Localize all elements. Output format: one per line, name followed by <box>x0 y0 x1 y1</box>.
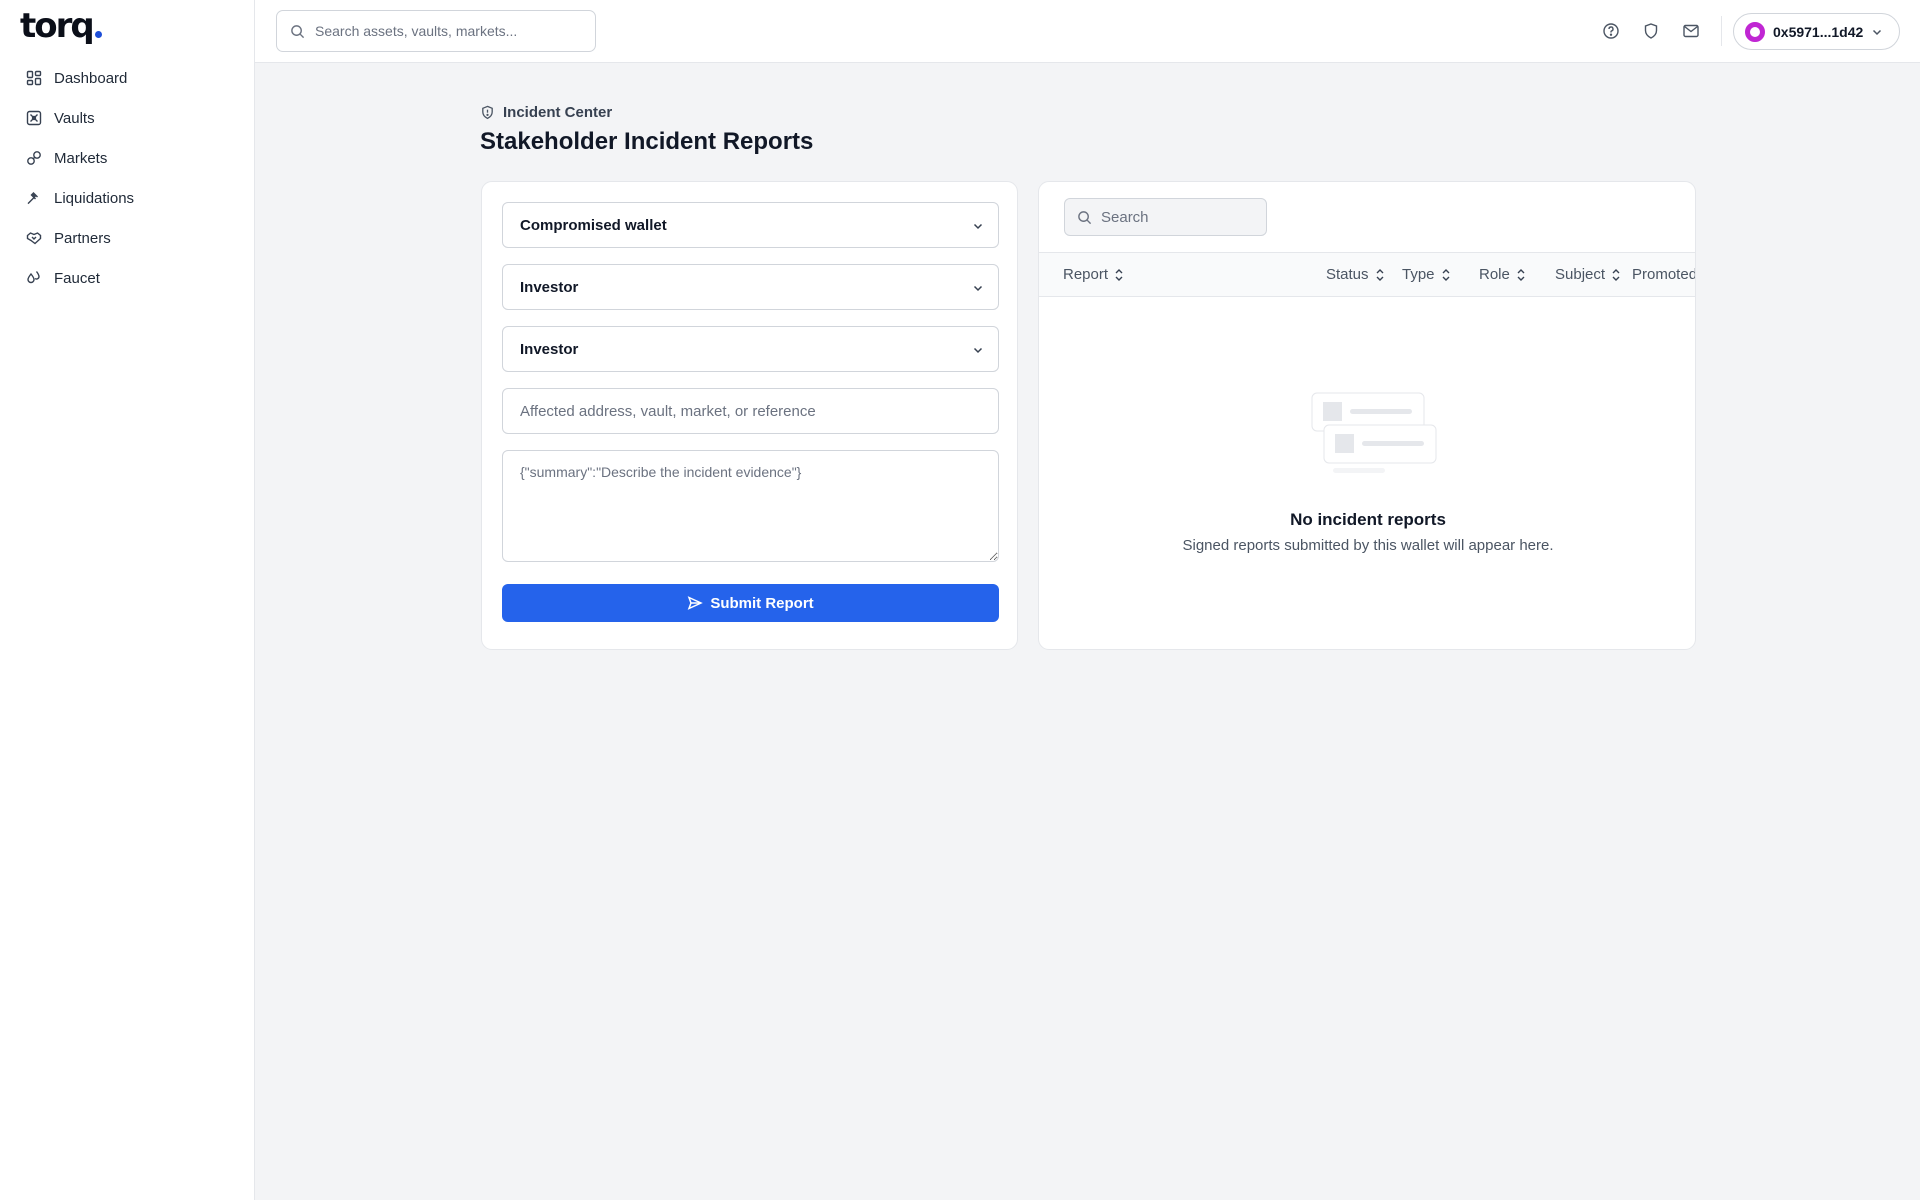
reporter-role-select[interactable]: Investor <box>502 264 999 310</box>
empty-state-subtitle: Signed reports submitted by this wallet … <box>1182 537 1554 554</box>
subject-role-select[interactable]: Investor <box>502 326 999 372</box>
incident-type-value: Compromised wallet <box>520 216 667 234</box>
sidebar-item-label: Markets <box>54 149 108 167</box>
sidebar-item-liquidations[interactable]: Liquidations <box>0 178 254 218</box>
breadcrumb: Incident Center <box>480 104 612 121</box>
sidebar-item-label: Dashboard <box>54 69 128 87</box>
wallet-button[interactable]: 0x5971...1d42 <box>1733 13 1900 50</box>
wallet-address: 0x5971...1d42 <box>1773 23 1864 40</box>
column-header-type[interactable]: Type <box>1402 266 1451 283</box>
column-label: Subject <box>1555 266 1606 283</box>
empty-state-illustration <box>1311 392 1437 476</box>
column-label: Role <box>1479 266 1510 283</box>
column-header-status[interactable]: Status <box>1326 266 1385 283</box>
incident-report-form: Compromised wallet Investor Investor Sub… <box>481 181 1018 650</box>
mail-icon[interactable] <box>1682 22 1700 40</box>
sidebar-item-partners[interactable]: Partners <box>0 218 254 258</box>
sort-icon <box>1441 268 1451 282</box>
subject-role-value: Investor <box>520 340 579 358</box>
sidebar-item-label: Vaults <box>54 109 95 127</box>
affected-reference-input[interactable] <box>502 388 999 434</box>
sidebar-item-dashboard[interactable]: Dashboard <box>0 58 254 98</box>
topbar-divider <box>1721 16 1722 46</box>
reporter-role-value: Investor <box>520 278 579 296</box>
sort-icon <box>1375 268 1385 282</box>
column-header-role[interactable]: Role <box>1479 266 1526 283</box>
incident-reports-table: Report Status Type Role Subject <box>1038 181 1696 650</box>
evidence-textarea[interactable] <box>502 450 999 562</box>
column-header-promoted[interactable]: Promoted <box>1632 266 1696 283</box>
sidebar-item-faucet[interactable]: Faucet <box>0 258 254 298</box>
table-header: Report Status Type Role Subject Promoted <box>1039 252 1696 297</box>
vault-icon <box>26 110 42 126</box>
shield-icon[interactable] <box>1642 22 1660 40</box>
sidebar-item-label: Faucet <box>54 269 100 287</box>
chevron-down-icon <box>972 344 984 356</box>
topbar: 0x5971...1d42 <box>255 0 1920 63</box>
column-label: Promoted <box>1632 266 1696 283</box>
global-search[interactable] <box>276 10 596 52</box>
sidebar-item-vaults[interactable]: Vaults <box>0 98 254 138</box>
chevron-down-icon <box>972 220 984 232</box>
droplets-icon <box>26 270 42 286</box>
handshake-icon <box>26 230 42 246</box>
grid-icon <box>26 70 42 86</box>
submit-report-button[interactable]: Submit Report <box>502 584 999 622</box>
page-title: Stakeholder Incident Reports <box>480 128 814 155</box>
sidebar-item-label: Partners <box>54 229 111 247</box>
column-label: Report <box>1063 266 1109 283</box>
incident-type-select[interactable]: Compromised wallet <box>502 202 999 248</box>
empty-state-title: No incident reports <box>1290 510 1446 529</box>
sidebar: torq Dashboard Vaults Markets Liquidatio… <box>0 0 255 1200</box>
logo-dot <box>94 31 102 38</box>
column-label: Type <box>1402 266 1435 283</box>
breadcrumb-label: Incident Center <box>503 104 613 121</box>
link-icon <box>26 150 42 166</box>
help-icon[interactable] <box>1602 22 1620 40</box>
reports-search[interactable] <box>1064 198 1267 236</box>
sidebar-item-label: Liquidations <box>54 189 135 207</box>
sort-icon <box>1611 268 1621 282</box>
sidebar-item-markets[interactable]: Markets <box>0 138 254 178</box>
sort-icon <box>1516 268 1526 282</box>
submit-report-label: Submit Report <box>710 594 814 612</box>
shield-alert-icon <box>480 105 495 120</box>
column-header-subject[interactable]: Subject <box>1555 266 1621 283</box>
search-icon <box>290 24 305 39</box>
column-header-report[interactable]: Report <box>1063 266 1124 283</box>
torq-logo[interactable]: torq <box>20 6 102 46</box>
sort-icon <box>1114 268 1124 282</box>
sidebar-nav: Dashboard Vaults Markets Liquidations Pa… <box>0 58 254 298</box>
global-search-input[interactable] <box>315 23 575 39</box>
logo-text: torq <box>20 6 95 46</box>
search-icon <box>1077 210 1092 225</box>
gavel-icon <box>26 190 42 206</box>
column-label: Status <box>1326 266 1369 283</box>
chevron-down-icon <box>972 282 984 294</box>
send-icon <box>687 595 704 611</box>
wallet-avatar <box>1745 21 1765 42</box>
reports-search-input[interactable] <box>1101 208 1261 226</box>
chevron-down-icon <box>1871 26 1883 38</box>
